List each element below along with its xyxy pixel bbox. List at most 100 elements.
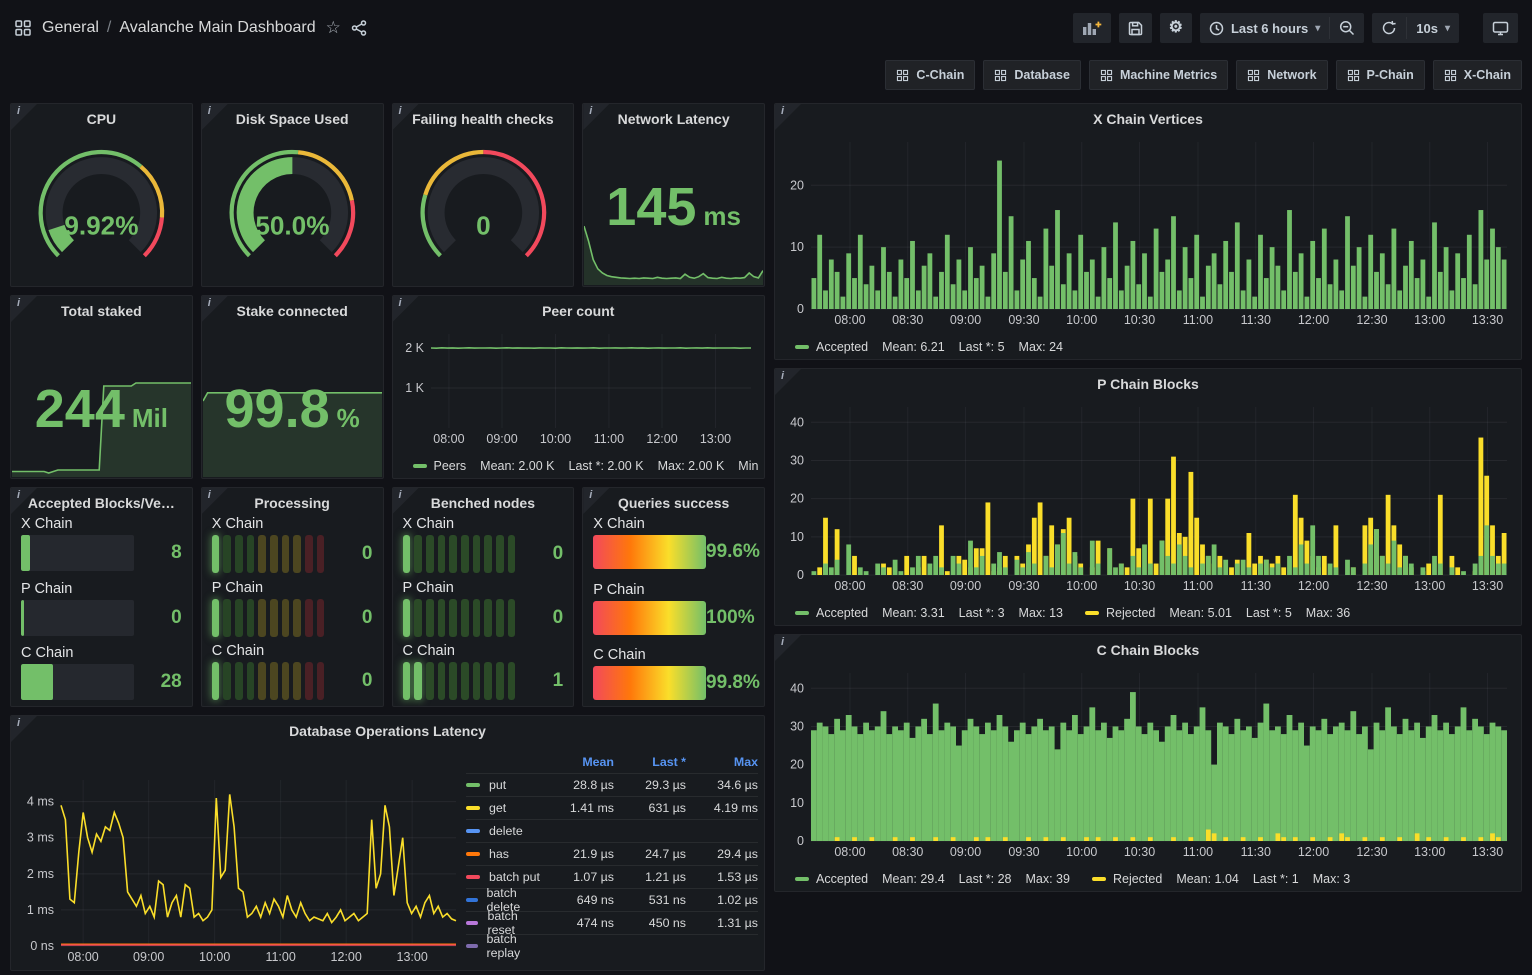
kiosk-mode-button[interactable] bbox=[1483, 13, 1518, 43]
grid-icon bbox=[1444, 69, 1457, 82]
dashboard-link-network[interactable]: Network bbox=[1236, 60, 1327, 90]
panel-title[interactable]: Stake connected bbox=[202, 296, 383, 324]
gauge-cell bbox=[212, 599, 220, 637]
panel-title[interactable]: Benched nodes bbox=[393, 488, 574, 516]
svg-text:2 K: 2 K bbox=[405, 341, 424, 355]
cpu-gauge[interactable]: 9.92% bbox=[17, 130, 186, 282]
panel-title[interactable]: Database Operations Latency bbox=[11, 716, 764, 744]
gauge-cell bbox=[496, 599, 504, 637]
breadcrumb-folder[interactable]: General bbox=[42, 19, 99, 37]
panel-title[interactable]: X Chain Vertices bbox=[775, 104, 1521, 132]
svg-text:20: 20 bbox=[790, 492, 804, 506]
panel-title[interactable]: Queries success bbox=[583, 488, 764, 516]
bar-gauge-track bbox=[21, 535, 134, 571]
table-row: batch put1.07 µs1.21 µs1.53 µs bbox=[466, 865, 758, 888]
refresh-button[interactable] bbox=[1372, 13, 1406, 43]
legend-series-name[interactable]: batch replay bbox=[466, 932, 542, 960]
db-latency-chart[interactable]: 08:0009:0010:0011:0012:0013:000 ns1 ms2 … bbox=[15, 744, 466, 966]
legend-item[interactable]: RejectedMean: 5.01Last *: 5Max: 36 bbox=[1085, 606, 1350, 620]
link-label: C-Chain bbox=[916, 68, 964, 82]
stat-cell: 631 µs bbox=[614, 801, 686, 815]
info-icon: i bbox=[208, 489, 211, 501]
health-gauge[interactable]: 0 bbox=[399, 130, 568, 282]
bargauge-row: P Chain0 bbox=[21, 581, 182, 636]
dashboards-grid-icon[interactable] bbox=[14, 19, 32, 37]
p-chain-blocks-chart[interactable]: 08:0008:3009:0009:3010:0010:3011:0011:30… bbox=[777, 397, 1517, 595]
panel-title[interactable]: Disk Space Used bbox=[202, 104, 383, 132]
gauge-cell bbox=[496, 535, 504, 573]
chain-label: P Chain bbox=[21, 581, 182, 597]
chain-label: C Chain bbox=[403, 643, 564, 659]
series-label: delete bbox=[489, 824, 523, 838]
panel-title[interactable]: Failing health checks bbox=[393, 104, 574, 132]
share-icon[interactable] bbox=[351, 20, 367, 36]
panel-title[interactable]: C Chain Blocks bbox=[775, 635, 1521, 663]
svg-text:12:00: 12:00 bbox=[1298, 579, 1329, 593]
panel-title[interactable]: Processing bbox=[202, 488, 383, 516]
panel-title[interactable]: CPU bbox=[11, 104, 192, 132]
legend-item[interactable]: AcceptedMean: 3.31Last *: 3Max: 13 bbox=[795, 606, 1063, 620]
svg-text:11:30: 11:30 bbox=[1241, 313, 1271, 327]
svg-text:0: 0 bbox=[797, 834, 804, 848]
dashboard-link-x-chain[interactable]: X-Chain bbox=[1433, 60, 1522, 90]
clock-icon bbox=[1209, 21, 1224, 36]
panel-title[interactable]: P Chain Blocks bbox=[775, 369, 1521, 397]
dashboard-link-c-chain[interactable]: C-Chain bbox=[885, 60, 975, 90]
svg-text:10:00: 10:00 bbox=[539, 432, 570, 446]
gauge-cell bbox=[282, 662, 290, 700]
time-range-button[interactable]: Last 6 hours ▾ bbox=[1200, 13, 1329, 43]
legend-sort-header[interactable]: Last * bbox=[614, 755, 686, 769]
table-row: put28.8 µs29.3 µs34.6 µs bbox=[466, 773, 758, 796]
refresh-interval-button[interactable]: 10s ▾ bbox=[1407, 13, 1459, 43]
dashboard-settings-button[interactable]: ⚙ bbox=[1160, 13, 1192, 43]
peer-count-chart[interactable]: 08:0009:0010:0011:0012:0013:001 K2 K bbox=[395, 324, 761, 448]
legend-series-name: Rejected bbox=[1106, 606, 1155, 620]
c-chain-blocks-chart[interactable]: 08:0008:3009:0009:3010:0010:3011:0011:30… bbox=[777, 663, 1517, 861]
legend-series-name[interactable]: delete bbox=[466, 824, 542, 838]
disk-gauge[interactable]: 50.0% bbox=[208, 130, 377, 282]
dashboard-link-p-chain[interactable]: P-Chain bbox=[1336, 60, 1425, 90]
breadcrumb-dashboard-title[interactable]: Avalanche Main Dashboard bbox=[119, 19, 315, 37]
gauge-cell bbox=[212, 662, 220, 700]
legend-item[interactable]: AcceptedMean: 6.21Last *: 5Max: 24 bbox=[795, 340, 1063, 354]
grid-icon bbox=[896, 69, 909, 82]
dashboard-link-machine-metrics[interactable]: Machine Metrics bbox=[1089, 60, 1228, 90]
save-dashboard-button[interactable] bbox=[1119, 13, 1152, 43]
legend-series-name[interactable]: put bbox=[466, 778, 542, 792]
gauge-cell bbox=[293, 599, 301, 637]
gauge-cell bbox=[293, 662, 301, 700]
stake-connected-value: 99.8 % bbox=[202, 382, 383, 436]
legend-series-name[interactable]: get bbox=[466, 801, 542, 815]
bargauge-row: C Chain0 bbox=[212, 643, 373, 700]
legend-sort-header[interactable]: Mean bbox=[542, 755, 614, 769]
info-icon: i bbox=[399, 489, 402, 501]
info-icon: i bbox=[781, 370, 784, 382]
svg-text:13:00: 13:00 bbox=[1414, 313, 1445, 327]
legend-sort-header[interactable]: Max bbox=[686, 755, 758, 769]
chain-label: C Chain bbox=[593, 647, 754, 663]
gauge-cell bbox=[247, 599, 255, 637]
panel-benched-nodes: i Benched nodes X Chain0P Chain0C Chain1 bbox=[392, 487, 575, 707]
star-icon[interactable]: ☆ bbox=[326, 18, 341, 38]
panel-title[interactable]: Network Latency bbox=[583, 104, 764, 132]
legend-item[interactable]: RejectedMean: 1.04Last *: 1Max: 3 bbox=[1092, 872, 1350, 886]
x-chain-vertices-chart[interactable]: 08:0008:3009:0009:3010:0010:3011:0011:30… bbox=[777, 132, 1517, 329]
stat-cell: 450 ns bbox=[614, 916, 686, 930]
panel-title[interactable]: Total staked bbox=[11, 296, 192, 324]
legend-item[interactable]: AcceptedMean: 29.4Last *: 28Max: 39 bbox=[795, 872, 1070, 886]
legend-item[interactable]: PeersMean: 2.00 KLast *: 2.00 KMax: 2.00… bbox=[413, 459, 759, 473]
bargauge-row: X Chain99.6% bbox=[593, 516, 754, 569]
legend-series-name: Rejected bbox=[1113, 872, 1162, 886]
bargauge-row: X Chain0 bbox=[212, 516, 373, 573]
cell-gauge bbox=[212, 662, 325, 700]
chain-label: P Chain bbox=[212, 580, 373, 596]
legend-series-name[interactable]: has bbox=[466, 847, 542, 861]
dashboard-link-database[interactable]: Database bbox=[983, 60, 1081, 90]
add-panel-button[interactable] bbox=[1073, 13, 1111, 43]
panel-title[interactable]: Peer count bbox=[393, 296, 765, 324]
chain-label: X Chain bbox=[212, 516, 373, 532]
gauge-cell bbox=[270, 535, 278, 573]
zoom-out-time-button[interactable] bbox=[1330, 13, 1364, 43]
panel-title[interactable]: Accepted Blocks/Ve… bbox=[11, 488, 192, 516]
legend-series-name[interactable]: batch put bbox=[466, 870, 542, 884]
